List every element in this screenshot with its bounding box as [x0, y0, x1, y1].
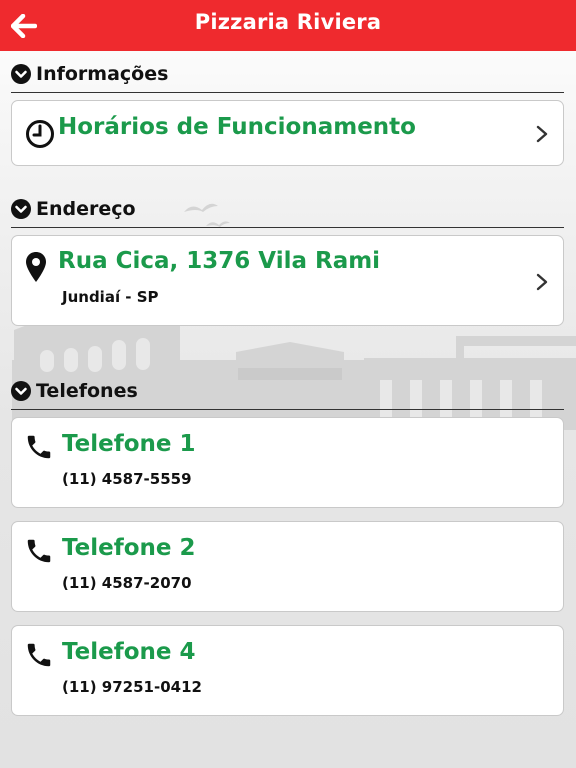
list-item-phone-4[interactable]: Telefone 4 (11) 97251-0412 [11, 625, 564, 716]
phone-icon [27, 643, 51, 667]
section-header-address: Endereço [11, 197, 564, 228]
section-header-info: Informações [11, 62, 564, 93]
phone-title: Telefone 4 [62, 639, 196, 665]
phone-number: (11) 4587-2070 [62, 574, 192, 592]
list-item-phone-2[interactable]: Telefone 2 (11) 4587-2070 [11, 521, 564, 612]
list-item-address[interactable]: Rua Cica, 1376 Vila Rami Jundiaí - SP [11, 235, 564, 326]
list-item-title: Horários de Funcionamento [58, 114, 416, 140]
chevron-down-circle-icon [11, 64, 31, 84]
phone-title: Telefone 2 [62, 535, 196, 561]
chevron-down-circle-icon [11, 199, 31, 219]
phone-number: (11) 97251-0412 [62, 678, 202, 696]
section-label: Telefones [36, 380, 138, 402]
chevron-right-icon [536, 273, 548, 291]
chevron-right-icon [536, 125, 548, 143]
phone-icon [27, 435, 51, 459]
phone-number: (11) 4587-5559 [62, 470, 192, 488]
section-header-phones: Telefones [11, 379, 564, 410]
list-item-phone-1[interactable]: Telefone 1 (11) 4587-5559 [11, 417, 564, 508]
phone-title: Telefone 1 [62, 431, 196, 457]
app-header: Pizzaria Riviera [0, 0, 576, 51]
map-pin-icon [26, 252, 46, 282]
address-street: Rua Cica, 1376 Vila Rami [58, 248, 381, 274]
phone-icon [27, 539, 51, 563]
list-item-opening-hours[interactable]: Horários de Funcionamento [11, 100, 564, 166]
clock-icon [26, 120, 54, 148]
section-label: Endereço [36, 198, 136, 220]
section-label: Informações [36, 63, 169, 85]
chevron-down-circle-icon [11, 381, 31, 401]
page-title: Pizzaria Riviera [194, 10, 382, 34]
address-city: Jundiaí - SP [62, 288, 159, 306]
